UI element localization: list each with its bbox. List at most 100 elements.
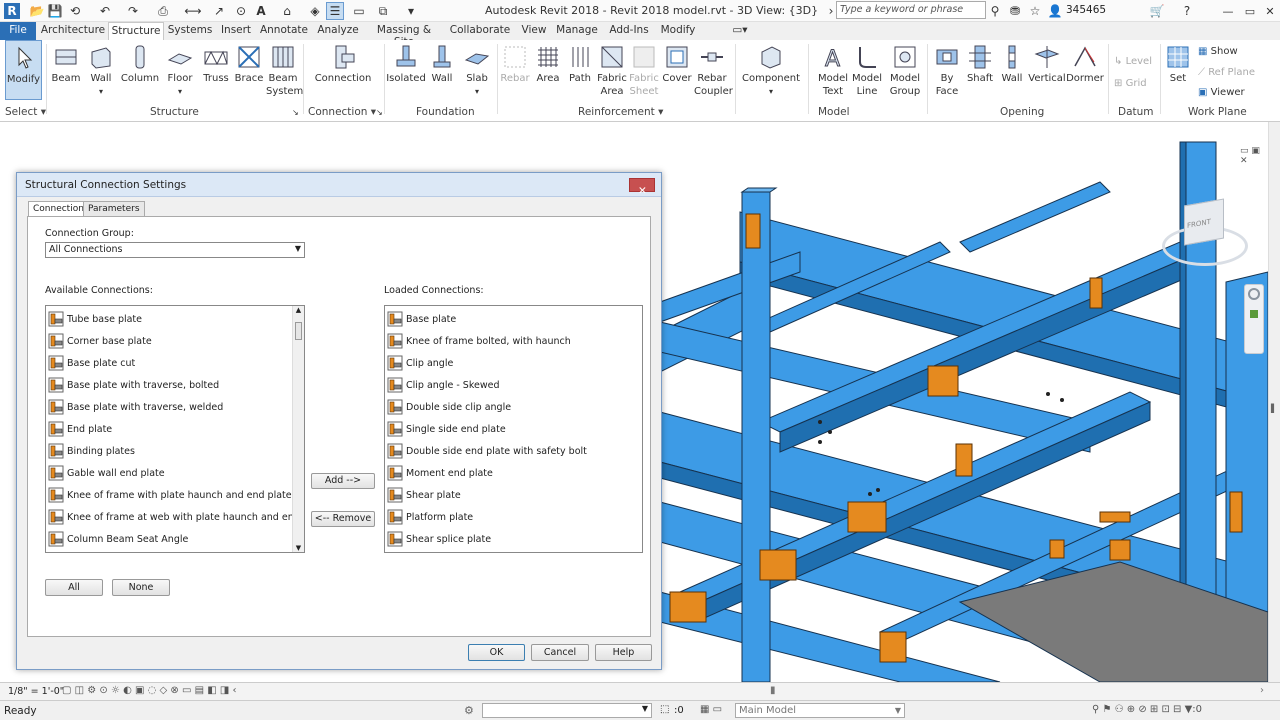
grid-button[interactable]: ⊞ Grid xyxy=(1114,78,1147,89)
workset-select[interactable]: ▼ xyxy=(482,703,652,718)
view-controls-icons[interactable]: ▢ ◫ ⚙ ⊙ ☼ ◐ ▣ ◌ ◇ ⊗ ▭ ▤ ◧ ◨ ‹ xyxy=(62,685,236,696)
tab-collaborate[interactable]: Collaborate xyxy=(446,22,514,40)
rebar-coupler-button[interactable]: Rebar Coupler xyxy=(694,40,733,98)
binoculars-icon[interactable]: ⚲ xyxy=(986,2,1004,20)
close-hidden-icon[interactable]: ▭ xyxy=(350,2,368,20)
connection-dialog-launcher-icon[interactable]: ↘ xyxy=(376,108,383,117)
scroll-right-icon[interactable]: › xyxy=(1260,685,1264,696)
measure-icon[interactable]: ⟷ xyxy=(184,2,202,20)
loaded-list-item[interactable]: Knee of frame bolted, with haunch xyxy=(387,330,571,352)
wall-button[interactable]: Wall ▾ xyxy=(86,40,116,98)
loaded-list-item[interactable]: Clip angle - Skewed xyxy=(387,374,499,396)
tab-manage[interactable]: Manage xyxy=(554,22,600,40)
model-text-button[interactable]: A Model Text xyxy=(816,40,850,98)
set-work-plane-button[interactable]: Set xyxy=(1164,40,1192,85)
undo-icon[interactable]: ↶ xyxy=(96,2,114,20)
tab-architecture[interactable]: Architecture xyxy=(40,22,106,40)
loaded-connections-list[interactable]: Base plate Knee of frame bolted, with hau… xyxy=(384,305,643,553)
loaded-list-item[interactable]: Shear splice plate xyxy=(387,528,491,550)
tab-file[interactable]: File xyxy=(0,22,36,40)
user-name[interactable]: 345465 xyxy=(1066,4,1106,16)
steering-wheel-icon[interactable] xyxy=(1248,288,1260,300)
help-button[interactable]: Help xyxy=(595,644,652,661)
tab-systems[interactable]: Systems xyxy=(166,22,214,40)
select-none-button[interactable]: None xyxy=(112,579,170,596)
tab-annotate[interactable]: Annotate xyxy=(258,22,310,40)
panel-select-label[interactable]: Select ▾ xyxy=(5,106,46,118)
wall-opening-button[interactable]: Wall xyxy=(998,40,1026,85)
available-list-item[interactable]: Corner base plate xyxy=(48,330,152,352)
cover-button[interactable]: Cover xyxy=(662,40,692,85)
tab-structure[interactable]: Structure xyxy=(108,22,164,40)
wall-foundation-button[interactable]: Wall xyxy=(428,40,456,85)
dialog-close-button[interactable]: ✕ xyxy=(629,178,655,197)
slab-foundation-button[interactable]: Slab ▾ xyxy=(462,40,492,98)
select-all-button[interactable]: All xyxy=(45,579,103,596)
available-list-item[interactable]: Column Beam Seat Angle xyxy=(48,528,188,550)
thin-lines-icon[interactable]: ☰ xyxy=(326,2,344,20)
tab-insert[interactable]: Insert xyxy=(216,22,256,40)
available-list-item[interactable]: Gable wall end plate xyxy=(48,462,165,484)
beam-button[interactable]: Beam xyxy=(50,40,82,85)
loaded-list-item[interactable]: Double side end plate with safety bolt xyxy=(387,440,587,462)
section-icon[interactable]: ◈ xyxy=(306,2,324,20)
fabric-area-button[interactable]: Fabric Area xyxy=(596,40,628,98)
viewport-window-controls[interactable]: ▭ ▣ ✕ xyxy=(1240,146,1268,166)
loaded-list-item[interactable]: Base plate xyxy=(387,308,456,330)
vertical-opening-button[interactable]: Vertical xyxy=(1028,40,1066,85)
tab-view[interactable]: View xyxy=(518,22,550,40)
panel-reinforcement-label[interactable]: Reinforcement ▾ xyxy=(578,106,663,118)
available-list-item[interactable]: Base plate with traverse, bolted xyxy=(48,374,219,396)
close-icon[interactable]: ✕ xyxy=(1260,2,1280,20)
scroll-thumb[interactable] xyxy=(295,322,302,340)
worksets-icon[interactable]: ⚙ xyxy=(464,704,474,717)
user-icon[interactable]: 👤 xyxy=(1046,2,1064,20)
model-group-button[interactable]: Model Group xyxy=(886,40,924,98)
loaded-list-item[interactable]: Shear plate xyxy=(387,484,461,506)
cancel-button[interactable]: Cancel xyxy=(531,644,589,661)
level-button[interactable]: ↳ Level xyxy=(1114,56,1152,67)
brace-button[interactable]: Brace xyxy=(234,40,264,85)
tab-parameters[interactable]: Parameters xyxy=(83,201,145,216)
available-list-item[interactable]: Base plate cut xyxy=(48,352,135,374)
loaded-list-item[interactable]: Double side clip angle xyxy=(387,396,511,418)
model-line-button[interactable]: Model Line xyxy=(850,40,884,98)
available-list-item[interactable]: End plate xyxy=(48,418,112,440)
available-list-item[interactable]: Base plate with traverse, welded xyxy=(48,396,223,418)
minimize-icon[interactable]: — xyxy=(1218,2,1238,20)
truss-button[interactable]: Truss xyxy=(200,40,232,85)
structure-dialog-launcher-icon[interactable]: ↘ xyxy=(292,108,299,117)
component-button[interactable]: Component ▾ xyxy=(742,40,800,98)
dialog-title-bar[interactable]: Structural Connection Settings ✕ xyxy=(17,173,661,197)
fabric-sheet-button[interactable]: Fabric Sheet xyxy=(628,40,660,98)
viewer-button[interactable]: ▣ Viewer xyxy=(1198,87,1245,98)
revit-logo-icon[interactable]: R xyxy=(4,3,20,19)
horizontal-scroll-thumb-icon[interactable]: ▮ xyxy=(770,685,776,696)
design-options-icon[interactable]: ▦ ▭ xyxy=(700,704,722,715)
help-icon[interactable]: ? xyxy=(1178,2,1196,20)
loaded-list-item[interactable]: Single side end plate xyxy=(387,418,506,440)
restore-icon[interactable]: ▭ xyxy=(1240,2,1260,20)
by-face-button[interactable]: By Face xyxy=(932,40,962,98)
tab-massing-site[interactable]: Massing & Site xyxy=(366,22,442,48)
favorites-icon[interactable]: ☆ xyxy=(1026,2,1044,20)
tab-add-ins[interactable]: Add-Ins xyxy=(606,22,652,40)
viewcube[interactable]: FRONT xyxy=(1184,198,1224,246)
remove-button[interactable]: <-- Remove xyxy=(311,511,375,527)
available-connections-list[interactable]: Tube base plate Corner base plate Base pla… xyxy=(45,305,305,553)
editable-only-icon[interactable]: ⬚ xyxy=(660,704,669,715)
design-option-select[interactable]: Main Model ▼ xyxy=(735,703,905,718)
shaft-button[interactable]: Shaft xyxy=(964,40,996,85)
open-icon[interactable]: 📂 xyxy=(28,2,46,20)
save-icon[interactable]: 💾 xyxy=(46,2,64,20)
loaded-list-item[interactable]: Clip angle xyxy=(387,352,453,374)
qat-dropdown-icon[interactable]: ▾ xyxy=(402,2,420,20)
zoom-icon[interactable] xyxy=(1250,310,1258,318)
connection-button[interactable]: Connection xyxy=(314,40,372,85)
show-work-plane-button[interactable]: ▦ Show xyxy=(1198,46,1238,57)
path-button[interactable]: Path xyxy=(566,40,594,85)
isolated-foundation-button[interactable]: Isolated xyxy=(386,40,426,85)
print-icon[interactable]: ⎙ xyxy=(154,2,172,20)
list-scrollbar[interactable]: ▲ ▼ xyxy=(292,306,304,552)
loaded-list-item[interactable]: Moment end plate xyxy=(387,462,493,484)
